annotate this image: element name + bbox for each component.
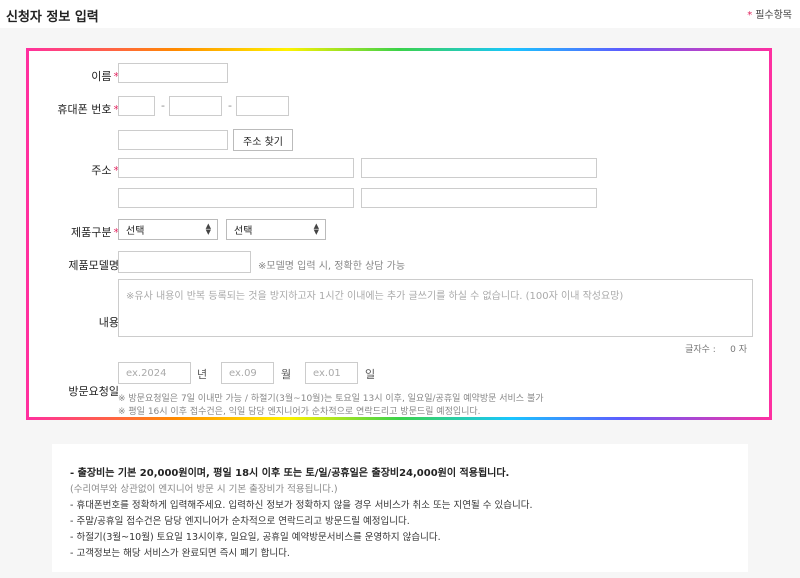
year-unit: 년 bbox=[197, 368, 208, 381]
required-star-icon: * bbox=[747, 10, 753, 21]
product-label: 제품구분 * bbox=[71, 226, 119, 239]
notice-line: - 고객정보는 해당 서비스가 완료되면 즉시 폐기 합니다. bbox=[70, 548, 290, 559]
chevron-updown-icon: ▲ ▼ bbox=[313, 222, 319, 236]
content-textarea[interactable] bbox=[118, 279, 753, 337]
visit-month-input[interactable] bbox=[221, 362, 274, 384]
visit-day-input[interactable] bbox=[305, 362, 358, 384]
address-input-3[interactable] bbox=[118, 188, 354, 208]
required-note-text: 필수항목 bbox=[755, 10, 792, 21]
notice-line: - 주말/공휴일 접수건은 담당 엔지니어가 순차적으로 연락드리고 방문드릴 … bbox=[70, 516, 410, 527]
address-search-button[interactable]: 주소 찾기 bbox=[233, 129, 293, 151]
phone-label: 휴대폰 번호 * bbox=[57, 103, 119, 116]
address-input-4[interactable] bbox=[361, 188, 597, 208]
notice-line: (수리여부와 상관없이 엔지니어 방문 시 기본 출장비가 적용됩니다.) bbox=[70, 484, 338, 495]
name-input[interactable] bbox=[118, 63, 228, 83]
notice-box: - 출장비는 기본 20,000원이며, 평일 18시 이후 또는 토/일/공휴… bbox=[52, 444, 748, 572]
address-input-1[interactable] bbox=[118, 158, 354, 178]
phone-input-3[interactable] bbox=[236, 96, 289, 116]
page-header: 신청자 정보 입력 * 필수항목 bbox=[0, 0, 800, 26]
phone-input-1[interactable] bbox=[118, 96, 155, 116]
phone-input-2[interactable] bbox=[169, 96, 222, 116]
model-label: 제품모델명 bbox=[68, 259, 119, 272]
month-unit: 월 bbox=[281, 368, 292, 381]
postcode-input[interactable] bbox=[118, 130, 228, 150]
visit-year-input[interactable] bbox=[118, 362, 191, 384]
address-input-2[interactable] bbox=[361, 158, 597, 178]
visit-date-label: 방문요청일 bbox=[68, 385, 119, 398]
day-unit: 일 bbox=[365, 368, 376, 381]
address-label: 주소 * bbox=[91, 164, 119, 177]
model-input[interactable] bbox=[118, 251, 251, 273]
application-form: 이름 * 휴대폰 번호 * - - 주소 찾기 주소 * 제품구분 * 선택 ▲ ▼ 선택… bbox=[26, 48, 772, 420]
product-category-select[interactable]: 선택 ▲ ▼ bbox=[118, 219, 218, 240]
visit-note-2: ※ 평일 16시 이후 접수건은, 익일 담당 엔지니어가 순차적으로 연락드리… bbox=[118, 407, 481, 417]
notice-line: - 하절기(3월~10월) 토요일 13시이후, 일요일, 공휴일 예약방문서비… bbox=[70, 532, 441, 543]
notice-line: - 휴대폰번호를 정확하게 입력해주세요. 입력하신 정보가 정확하지 않을 경… bbox=[70, 500, 533, 511]
content-label: 내용 bbox=[98, 316, 119, 329]
page-title: 신청자 정보 입력 bbox=[6, 10, 99, 25]
chevron-updown-icon: ▲ ▼ bbox=[205, 222, 211, 236]
phone-dash: - bbox=[228, 99, 232, 112]
required-note: * 필수항목 bbox=[747, 6, 792, 21]
visit-note-1: ※ 방문요청일은 7일 이내만 가능 / 하절기(3월~10월)는 토요일 13… bbox=[118, 394, 544, 404]
product-subcategory-select[interactable]: 선택 ▲ ▼ bbox=[226, 219, 326, 240]
phone-dash: - bbox=[161, 99, 165, 112]
notice-line: - 출장비는 기본 20,000원이며, 평일 18시 이후 또는 토/일/공휴… bbox=[70, 468, 510, 479]
model-hint: ※모델명 입력 시, 정확한 상담 가능 bbox=[258, 261, 406, 272]
char-counter: 글자수 : 0 자 bbox=[685, 345, 747, 355]
name-label: 이름 * bbox=[91, 70, 119, 83]
